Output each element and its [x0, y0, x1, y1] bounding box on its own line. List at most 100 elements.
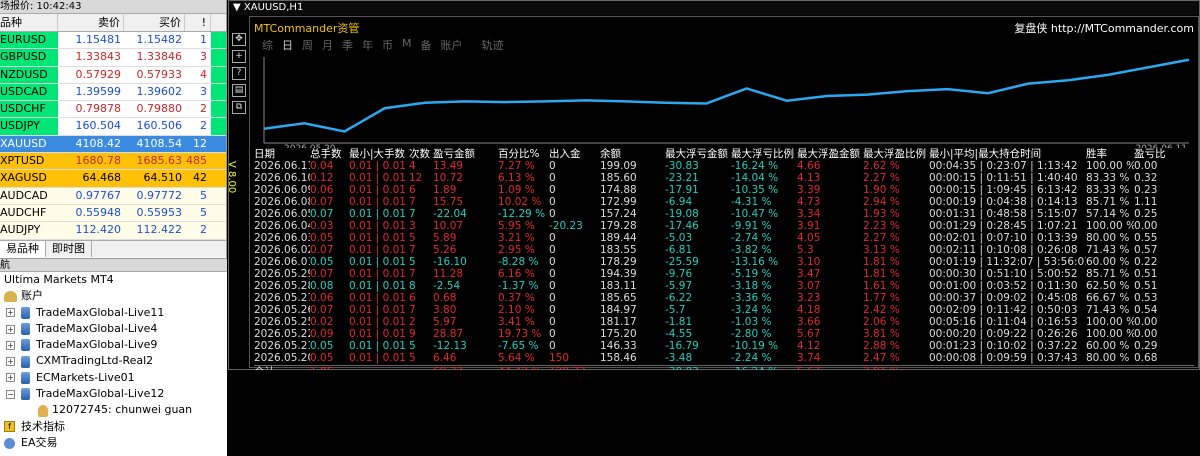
period-tab[interactable]: 日	[282, 37, 293, 53]
period-tab[interactable]: 币	[382, 37, 393, 53]
tab-tick-chart[interactable]: 即时图	[46, 240, 92, 257]
server-icon	[21, 388, 30, 401]
stats-cell: 0	[549, 280, 556, 292]
market-row[interactable]: XAUUSD 4108.42 4108.54 12	[0, 135, 226, 154]
stats-cell: 0.01 | 0.01	[349, 280, 406, 292]
expand-icon[interactable]: +	[6, 357, 15, 367]
col-symbol[interactable]: 品种	[0, 14, 58, 31]
stats-cell: 0.01 | 0.01	[349, 208, 406, 220]
account-node[interactable]: 12072745: chunwei guan	[0, 402, 227, 418]
col-bid[interactable]: 卖价	[58, 14, 124, 31]
ea-node[interactable]: EA交易	[0, 435, 227, 451]
add-icon[interactable]: +	[232, 50, 246, 63]
calc-icon[interactable]: ▤	[232, 84, 246, 97]
period-tab[interactable]: 备	[421, 37, 432, 53]
stats-cell: 10.02 %	[498, 196, 542, 208]
expand-icon[interactable]: −	[6, 389, 15, 399]
expand-icon[interactable]: +	[6, 324, 15, 334]
stats-cell: 00:01:29 | 0:28:45 | 1:07:21	[929, 220, 1078, 232]
stats-cell: 60.00 %	[1086, 340, 1130, 352]
period-tab[interactable]: 年	[362, 37, 373, 53]
stats-cell: 0.05	[310, 256, 334, 268]
stats-cell: 172.99	[600, 196, 637, 208]
expand-icon[interactable]: +	[6, 340, 15, 350]
stats-cell: 2026.05.29	[254, 268, 310, 280]
stats-row: 2026.06.02 0.07 0.01 | 0.01 7 5.26 2.95 % 0 183…	[254, 244, 1194, 256]
market-row[interactable]: NZDUSD 0.57929 0.57933 4	[0, 66, 226, 84]
stats-row: 2026.06.03 0.05 0.01 | 0.01 5 5.89 3.21 % 0 189…	[254, 232, 1194, 244]
stats-cell: 5.89	[433, 232, 457, 244]
server-node[interactable]: − TradeMaxGlobal-Live12	[0, 386, 227, 402]
stats-cell: 0.01 | 0.01	[349, 316, 406, 328]
stats-cell: 0	[549, 184, 556, 196]
stats-cell: -6.81	[665, 244, 693, 256]
server-node[interactable]: + TradeMaxGlobal-Live9	[0, 337, 227, 353]
market-row[interactable]: GBPUSD 1.33843 1.33846 3	[0, 49, 226, 67]
chart-window[interactable]: ▼ XAUUSD,H1 ✥ + ? ▤ ⧉ V 8.00 MTCommander…	[226, 0, 1200, 377]
period-tab[interactable]: 轨迹	[482, 37, 504, 53]
broker-label[interactable]: Ultima Markets MT4	[0, 272, 227, 288]
period-tab[interactable]: 月	[322, 37, 333, 53]
spread-cell: 3	[185, 49, 211, 66]
stats-cell: 00:04:35 | 0:23:07 | 1:13:42	[929, 160, 1078, 172]
brand-link[interactable]: 复盘侠 http://MTCommander.com	[1014, 20, 1194, 36]
stats-cell: 5.64 %	[498, 352, 535, 364]
period-tab[interactable]: 周	[302, 37, 313, 53]
market-row[interactable]: AUDCHF 0.55948 0.55953 5	[0, 204, 226, 223]
expand-icon[interactable]: +	[6, 308, 15, 318]
stats-header-cell: 盈亏金额	[433, 148, 475, 160]
market-row[interactable]: XAGUSD 64.468 64.510 42	[0, 170, 226, 188]
market-row[interactable]: USDCAD 1.39599 1.39602 3	[0, 83, 226, 102]
stats-cell: 00:01:23 | 0:10:02 | 0:37:22	[929, 340, 1078, 352]
stats-row: 2026.05.28 0.08 0.01 | 0.01 8 -2.54 -1.37 % 0 1…	[254, 280, 1194, 292]
stats-cell: 0.12	[310, 172, 334, 184]
move-icon[interactable]: ✥	[232, 33, 246, 46]
stats-row: 2026.06.11 0.04 0.01 | 0.01 4 13.49 7.27 % 0 19…	[254, 160, 1194, 172]
stats-cell: 2.47 %	[863, 352, 900, 364]
help-icon[interactable]: ?	[232, 67, 246, 80]
expand-icon[interactable]: +	[6, 373, 15, 383]
col-spread[interactable]: !	[185, 14, 211, 31]
stats-cell: 13.49	[433, 160, 464, 172]
stats-cell: 5.95 %	[498, 220, 535, 232]
stats-cell: 2026.06.05	[254, 208, 310, 220]
server-node[interactable]: + CXMTradingLtd-Real2	[0, 353, 227, 369]
server-icon	[21, 355, 30, 368]
tab-symbols[interactable]: 易品种	[0, 240, 46, 257]
stats-cell: -1.37 %	[498, 280, 539, 292]
market-row[interactable]: EURUSD 1.15481 1.15482 1	[0, 32, 226, 50]
indicators-node[interactable]: f 技术指标	[0, 419, 227, 435]
window-icon[interactable]: ⧉	[232, 101, 246, 114]
server-list: + TradeMaxGlobal-Live11 + TradeMaxGlobal-Li…	[0, 305, 227, 403]
stats-cell: 85.71 %	[1086, 268, 1130, 280]
market-row[interactable]: AUDJPY 112.420 112.422 2	[0, 222, 226, 240]
stats-header-cell: 最小|大手数	[349, 148, 406, 160]
stats-cell: 0	[549, 340, 556, 352]
market-row[interactable]: AUDCAD 0.97767 0.97772 5	[0, 187, 226, 205]
stats-cell: 0.07	[310, 208, 334, 220]
stats-cell: 0.01 | 0.01	[349, 232, 406, 244]
stats-cell: 100.00 %	[1086, 220, 1134, 232]
period-tab[interactable]: M	[402, 37, 412, 53]
stats-cell: 5	[409, 352, 416, 364]
market-row[interactable]: USDJPY 160.504 160.506 2	[0, 118, 226, 136]
market-row[interactable]: XPTUSD 1680.78 1685.63 485	[0, 153, 226, 171]
period-tab[interactable]: 季	[342, 37, 353, 53]
accounts-node[interactable]: 账户	[0, 288, 227, 304]
stats-cell: -9.91 %	[731, 220, 772, 232]
period-tab[interactable]: 账户	[441, 37, 463, 53]
stats-cell: 199.09	[600, 160, 637, 172]
server-node[interactable]: + TradeMaxGlobal-Live4	[0, 321, 227, 337]
stats-cell: 71.43 %	[1086, 304, 1130, 316]
stats-cell: 28.87	[433, 328, 464, 340]
stats-cell: 00:01:31 | 0:48:58 | 5:15:07	[929, 208, 1078, 220]
symbol-cell: AUDJPY	[0, 222, 58, 239]
stats-row: 2026.06.01 0.05 0.01 | 0.01 5 -16.10 -8.28 % 0…	[254, 256, 1194, 268]
period-tab[interactable]: 综	[262, 37, 273, 53]
stats-cell: 0.07	[310, 268, 334, 280]
ea-icon	[4, 437, 15, 449]
server-node[interactable]: + ECMarkets-Live01	[0, 370, 227, 386]
market-row[interactable]: USDCHF 0.79878 0.79880 2	[0, 101, 226, 119]
server-node[interactable]: + TradeMaxGlobal-Live11	[0, 305, 227, 321]
col-ask[interactable]: 买价	[124, 14, 185, 31]
